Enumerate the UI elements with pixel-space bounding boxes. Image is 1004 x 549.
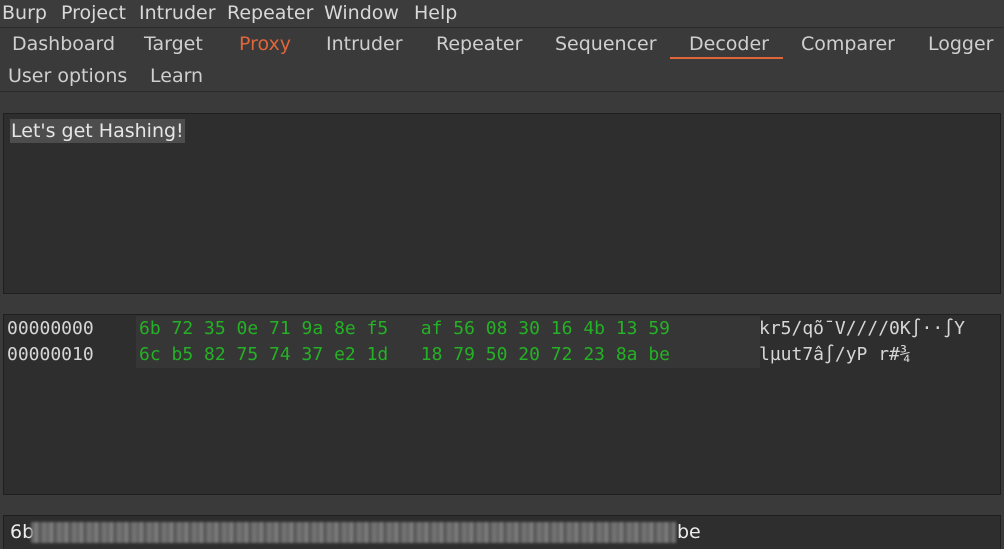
tab-logger[interactable]: Logger	[928, 29, 994, 59]
tab-dashboard[interactable]: Dashboard	[12, 29, 115, 59]
hex-offset: 00000000	[7, 318, 94, 339]
input-text[interactable]: Let's get Hashing!	[10, 119, 185, 143]
tab-sequencer[interactable]: Sequencer	[555, 29, 657, 59]
menu-repeater[interactable]: Repeater	[227, 1, 313, 25]
hex-bytes[interactable]: 6c b5 82 75 74 37 e2 1d 18 79 50 20 72 2…	[139, 343, 670, 367]
hex-offset: 00000010	[7, 344, 94, 365]
menu-project[interactable]: Project	[61, 1, 126, 25]
output-text-end: be	[677, 521, 701, 543]
tab-repeater[interactable]: Repeater	[436, 29, 522, 59]
tab-learn[interactable]: Learn	[150, 61, 203, 91]
menu-window[interactable]: Window	[324, 1, 399, 25]
menu-bar: Burp Project Intruder Repeater Window He…	[0, 0, 1004, 28]
redacted-output	[31, 522, 676, 543]
menu-burp[interactable]: Burp	[2, 1, 47, 25]
decoder-input-area[interactable]: Let's get Hashing!	[3, 113, 1001, 294]
active-tab-indicator	[670, 57, 783, 59]
menu-intruder[interactable]: Intruder	[139, 1, 216, 25]
hex-row: 00000010 6c b5 82 75 74 37 e2 1d 18 79 5…	[4, 342, 1000, 368]
hex-ascii[interactable]: lµut7â∫∕yP r#¾	[759, 343, 911, 367]
tab-intruder[interactable]: Intruder	[326, 29, 403, 59]
tab-user-options[interactable]: User options	[8, 61, 127, 91]
tab-decoder[interactable]: Decoder	[689, 29, 769, 59]
menu-help[interactable]: Help	[414, 1, 457, 25]
main-tabs-row-2: User options Learn	[0, 61, 1004, 92]
tab-target[interactable]: Target	[144, 29, 203, 59]
tabs-divider	[0, 91, 1004, 92]
decoder-output-area[interactable]: 6b be	[3, 515, 1001, 549]
hex-ascii[interactable]: kr5∕qõ¯V∕∕∕∕0K∫··∫Y	[759, 317, 965, 341]
hex-row: 00000000 6b 72 35 0e 71 9a 8e f5 af 56 0…	[4, 316, 1000, 342]
decoder-hex-view[interactable]: 00000000 6b 72 35 0e 71 9a 8e f5 af 56 0…	[3, 314, 1001, 495]
tab-proxy[interactable]: Proxy	[239, 29, 291, 59]
tab-comparer[interactable]: Comparer	[801, 29, 895, 59]
hex-bytes[interactable]: 6b 72 35 0e 71 9a 8e f5 af 56 08 30 16 4…	[139, 317, 670, 341]
main-tabs-row-1: Dashboard Target Proxy Intruder Repeater…	[0, 29, 1004, 60]
